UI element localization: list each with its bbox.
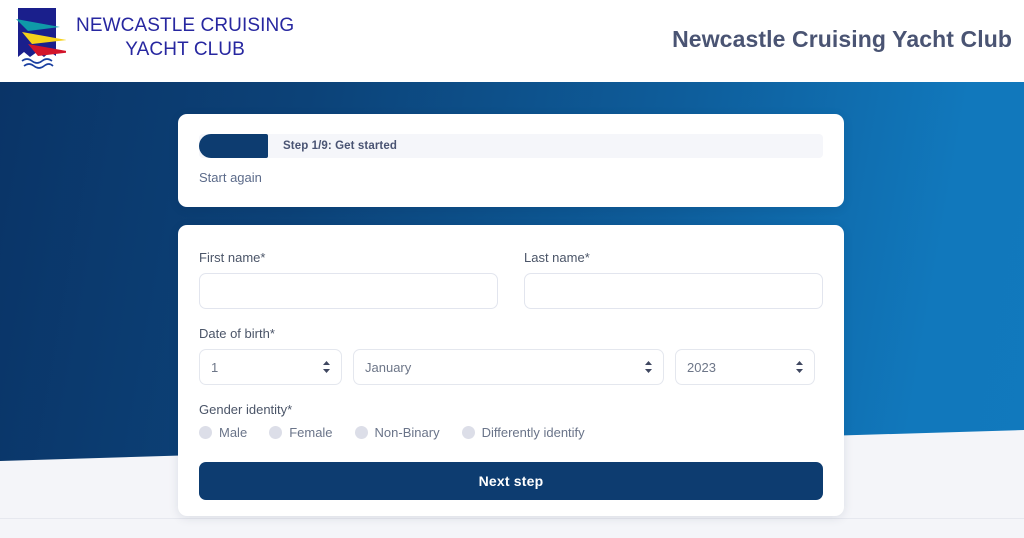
gender-option-male[interactable]: Male <box>199 425 247 440</box>
progress-step-label: Step 1/9: Get started <box>283 134 397 158</box>
ncyc-burgee-logo-icon <box>10 6 66 70</box>
name-row: First name* Last name* <box>199 250 823 309</box>
gender-option-label: Male <box>219 425 247 440</box>
last-name-field-group: Last name* <box>524 250 823 309</box>
page-root: NEWCASTLE CRUISING YACHT CLUB Newcastle … <box>0 0 1024 538</box>
gender-option-label: Female <box>289 425 332 440</box>
page-divider <box>0 518 1024 519</box>
date-of-birth-label: Date of birth* <box>199 326 823 341</box>
dob-year-select[interactable]: 2023 <box>675 349 815 385</box>
radio-icon[interactable] <box>355 426 368 439</box>
start-again-link[interactable]: Start again <box>199 170 262 185</box>
dob-year-value[interactable]: 2023 <box>675 349 815 385</box>
progress-bar-fill <box>199 134 268 158</box>
site-logo[interactable]: NEWCASTLE CRUISING YACHT CLUB <box>10 6 294 70</box>
gender-identity-group: Gender identity* Male Female Non-Binary Dif… <box>199 402 823 440</box>
dob-month-select[interactable]: January <box>353 349 664 385</box>
dob-day-value[interactable]: 1 <box>199 349 342 385</box>
gender-identity-options: Male Female Non-Binary Differently identify <box>199 425 823 440</box>
first-name-label: First name* <box>199 250 498 265</box>
progress-card: Step 1/9: Get started Start again <box>178 114 844 207</box>
next-step-button[interactable]: Next step <box>199 462 823 500</box>
gender-option-non-binary[interactable]: Non-Binary <box>355 425 440 440</box>
radio-icon[interactable] <box>199 426 212 439</box>
dob-month-value[interactable]: January <box>353 349 664 385</box>
gender-option-female[interactable]: Female <box>269 425 332 440</box>
radio-icon[interactable] <box>269 426 282 439</box>
site-logo-text: NEWCASTLE CRUISING YACHT CLUB <box>76 14 294 63</box>
first-name-field-group: First name* <box>199 250 498 309</box>
registration-form-card: First name* Last name* Date of birth* 1 <box>178 225 844 516</box>
last-name-input[interactable] <box>524 273 823 309</box>
date-of-birth-group: Date of birth* 1 January <box>199 326 823 385</box>
gender-option-label: Non-Binary <box>375 425 440 440</box>
gender-option-differently-identify[interactable]: Differently identify <box>462 425 585 440</box>
gender-identity-label: Gender identity* <box>199 402 823 417</box>
page-title: Newcastle Cruising Yacht Club <box>672 26 1012 53</box>
dob-day-select[interactable]: 1 <box>199 349 342 385</box>
date-of-birth-selects: 1 January 2023 <box>199 349 823 385</box>
gender-option-label: Differently identify <box>482 425 585 440</box>
last-name-label: Last name* <box>524 250 823 265</box>
site-header: NEWCASTLE CRUISING YACHT CLUB Newcastle … <box>0 0 1024 82</box>
radio-icon[interactable] <box>462 426 475 439</box>
first-name-input[interactable] <box>199 273 498 309</box>
progress-bar: Step 1/9: Get started <box>199 134 823 158</box>
